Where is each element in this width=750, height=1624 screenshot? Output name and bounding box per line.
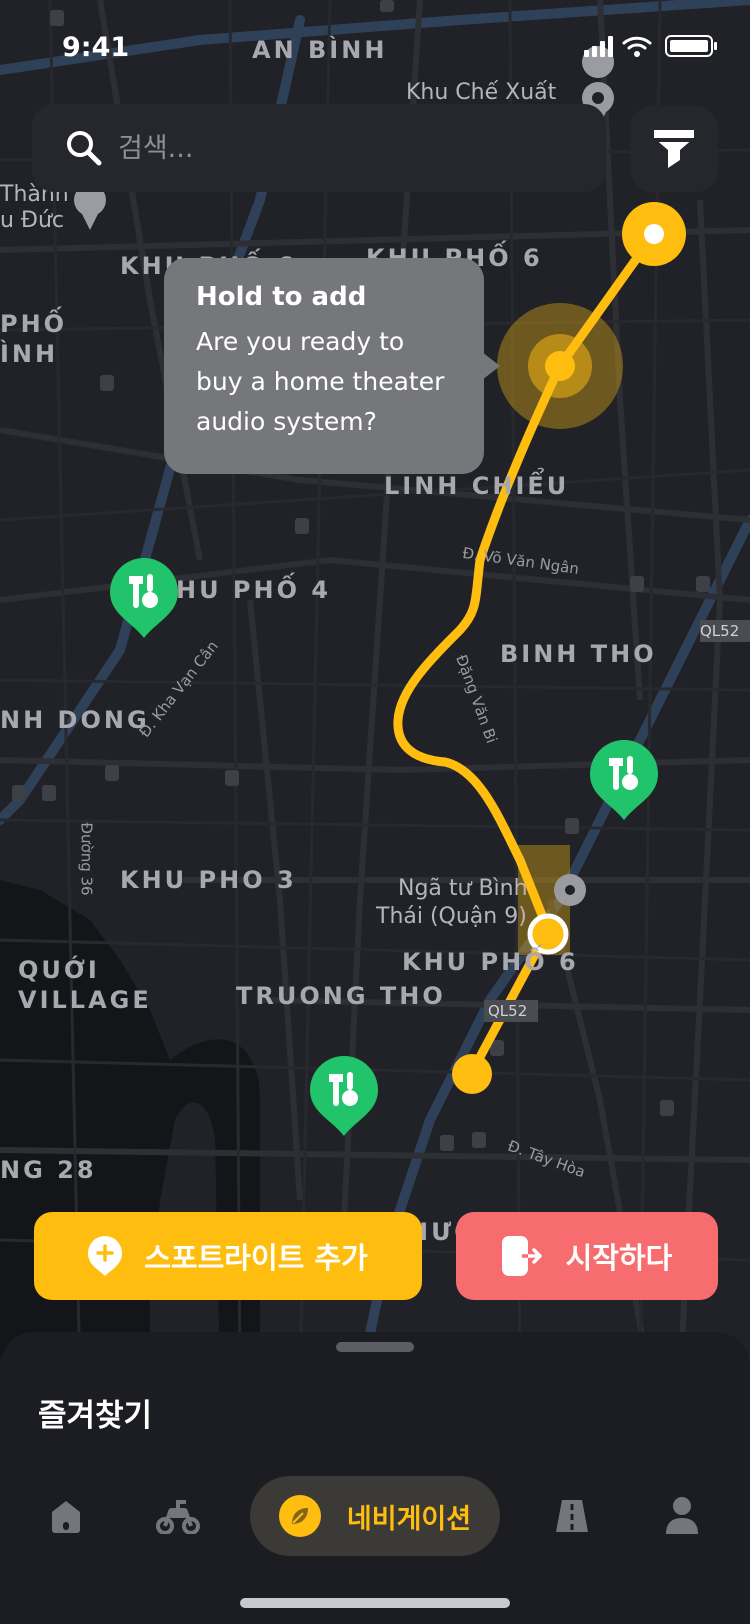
home-indicator [240, 1598, 510, 1608]
map-label: QUỚI [18, 956, 100, 984]
sheet-grabber[interactable] [336, 1342, 414, 1352]
tab-navigation-label: 네비게이션 [346, 1503, 472, 1535]
status-icons [584, 35, 717, 57]
road-shield: QL52 [488, 1002, 528, 1020]
compass-leaf-icon [278, 1495, 321, 1537]
tab-road[interactable] [542, 1476, 602, 1556]
add-location-icon [88, 1236, 123, 1276]
tab-bar: 네비게이션 [0, 1476, 750, 1556]
map-label: Ngã tư Bình [398, 876, 528, 901]
tooltip-title: Hold to add [196, 282, 367, 312]
signal-icon [584, 36, 613, 57]
map-view[interactable]: AN BÌNH Khu Chế Xuất Thành u Đức KHU PHỐ… [0, 0, 750, 1380]
map-roads [0, 0, 750, 1380]
map-label: LINH CHIỂU [384, 472, 570, 500]
map-label: KHU PHỐ 6 [402, 948, 579, 976]
filter-button[interactable] [630, 106, 718, 192]
status-time: 9:41 [62, 32, 130, 63]
home-icon [52, 1501, 80, 1533]
tab-scooter[interactable] [148, 1476, 208, 1556]
filter-icon [654, 130, 694, 168]
map-label: TRUONG THO [236, 982, 446, 1010]
search-input[interactable] [118, 126, 578, 170]
scooter-icon [156, 1500, 200, 1534]
tab-home[interactable] [36, 1476, 96, 1556]
search-icon [67, 131, 102, 166]
map-label: BINH THO [500, 640, 657, 668]
map-label: u Đức [0, 208, 65, 233]
tools-pin-icon[interactable] [110, 558, 178, 638]
map-label: KHU PHO 3 [120, 866, 297, 894]
tab-navigation[interactable]: 네비게이션 [250, 1476, 500, 1556]
road-icon [556, 1500, 588, 1532]
add-spotlight-button[interactable]: 스포트라이트 추가 [34, 1212, 422, 1300]
street-label: Đường 36 [77, 822, 96, 896]
start-button[interactable]: 시작하다 [456, 1212, 718, 1300]
map-label: NG 28 [0, 1156, 97, 1184]
wifi-icon [622, 36, 652, 50]
favorites-title: 즐겨찾기 [38, 1398, 153, 1434]
map-label: HU PHỐ 4 [176, 576, 332, 604]
map-label: PHỐ [0, 310, 68, 338]
tools-pin-icon[interactable] [310, 1056, 378, 1136]
road-shield: QL52 [700, 622, 740, 640]
user-icon [666, 1497, 698, 1534]
battery-icon [665, 35, 717, 57]
map-label: Thái (Quận 9) [376, 904, 527, 929]
map-label: VILLAGE [18, 986, 152, 1014]
status-bar: 9:41 [0, 0, 750, 92]
hold-to-add-tooltip: Hold to add Are you ready to buy a home … [164, 258, 500, 474]
tab-profile[interactable] [652, 1476, 712, 1556]
tooltip-body: Are you ready to buy a home theater audi… [196, 327, 445, 436]
tools-pin-icon[interactable] [590, 740, 658, 820]
add-spotlight-label: 스포트라이트 추가 [144, 1241, 368, 1275]
start-label: 시작하다 [565, 1241, 673, 1275]
map-label: NH DONG [0, 706, 150, 734]
exit-icon [501, 1236, 544, 1276]
search-bar[interactable] [32, 104, 606, 192]
map-label: ÌNH [0, 340, 59, 368]
